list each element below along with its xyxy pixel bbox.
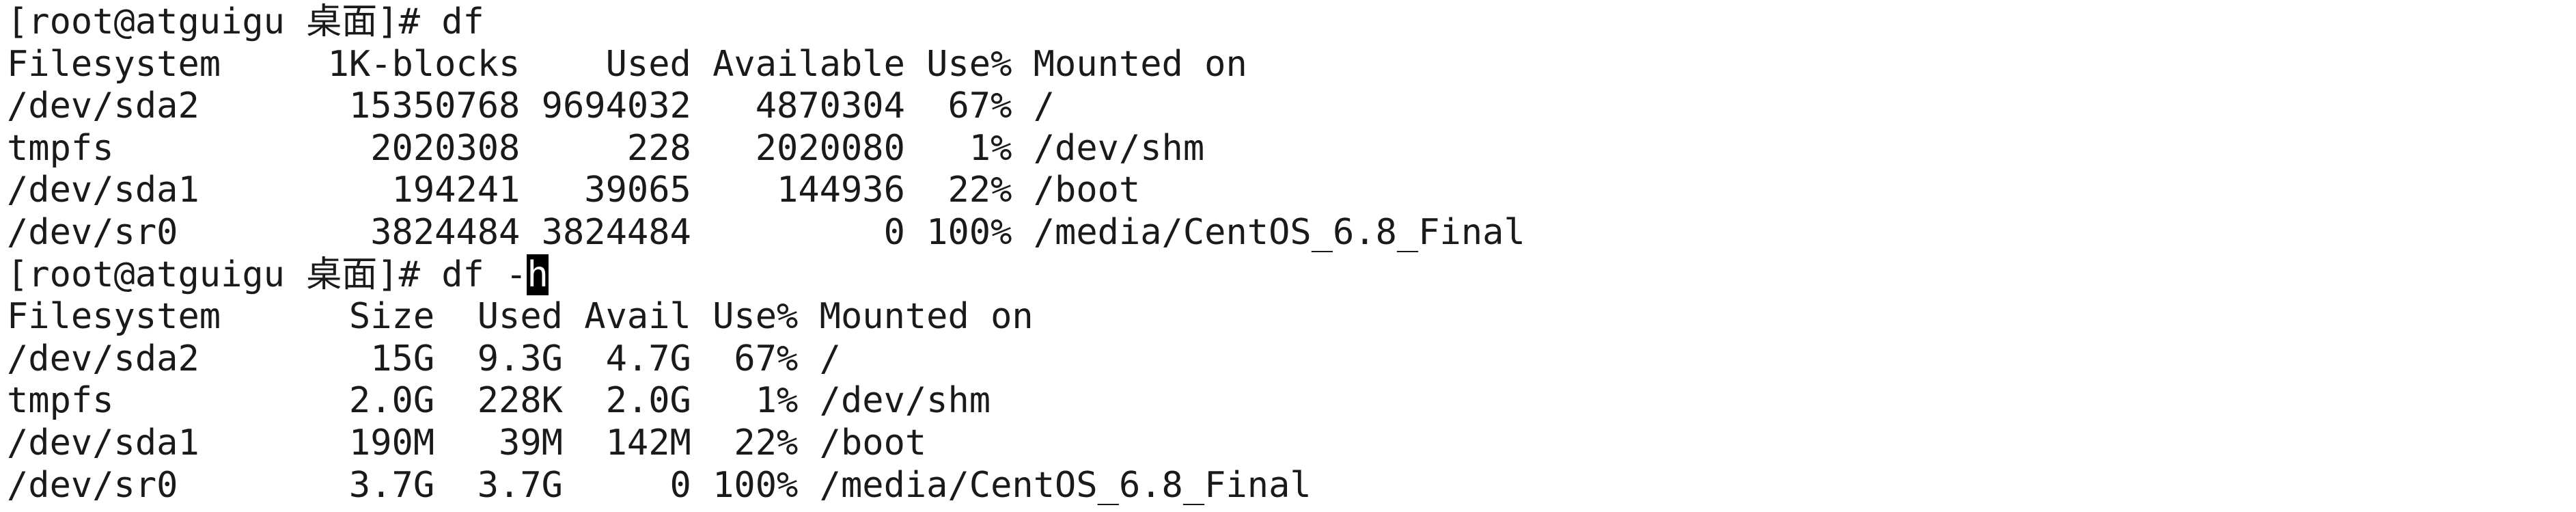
prompt-line-df-h[interactable]: [root@atguigu 桌面]# df -h: [7, 254, 2576, 297]
prompt-command-text: [root@atguigu 桌面]# df -: [7, 254, 527, 295]
df-h-row-sda1: /dev/sda1 190M 39M 142M 22% /boot: [7, 422, 927, 463]
df-row-sda1: /dev/sda1 194241 39065 144936 22% /boot: [7, 170, 1141, 211]
df-row-tmpfs: tmpfs 2020308 228 2020080 1% /dev/shm: [7, 127, 1205, 169]
df-header-row: Filesystem 1K-blocks Used Available Use%…: [7, 43, 1247, 85]
df-row-sda2: /dev/sda2 15350768 9694032 4870304 67% /: [7, 85, 1055, 127]
df-h-row-tmpfs: tmpfs 2.0G 228K 2.0G 1% /dev/shm: [7, 380, 991, 422]
terminal-window[interactable]: [root@atguigu 桌面]# df Filesystem 1K-bloc…: [0, 0, 2576, 512]
df-row-sr0: /dev/sr0 3824484 3824484 0 100% /media/C…: [7, 211, 1525, 253]
df-h-header-row: Filesystem Size Used Avail Use% Mounted …: [7, 296, 1034, 338]
text-cursor: h: [527, 254, 549, 295]
df-h-row-sr0: /dev/sr0 3.7G 3.7G 0 100% /media/CentOS_…: [7, 464, 1312, 506]
df-h-row-sda2: /dev/sda2 15G 9.3G 4.7G 67% /: [7, 338, 841, 379]
prompt-line-df: [root@atguigu 桌面]# df: [7, 1, 484, 42]
